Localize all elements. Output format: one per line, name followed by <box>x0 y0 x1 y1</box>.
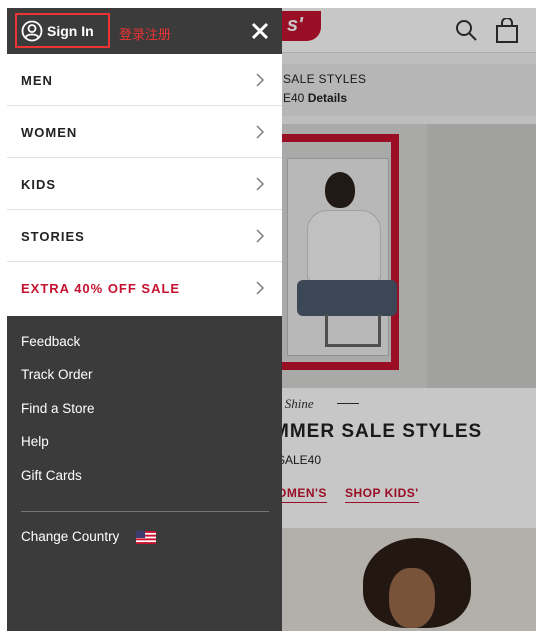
menu-item-label: KIDS <box>21 177 57 192</box>
feedback-link[interactable]: Feedback <box>21 334 80 349</box>
sign-in-label: Sign In <box>47 22 94 39</box>
close-icon[interactable] <box>248 19 272 43</box>
chevron-right-icon <box>256 177 265 191</box>
menu-item-label: EXTRA 40% OFF SALE <box>21 281 181 296</box>
change-country-link[interactable]: Change Country <box>21 529 119 544</box>
menu-item-kids[interactable]: KIDS <box>7 158 282 210</box>
drawer-divider <box>21 511 269 512</box>
menu-item-label: MEN <box>21 73 53 88</box>
chevron-right-icon <box>256 73 265 87</box>
nav-drawer: Sign In 登录注册 MEN WOMEN KIDS STORIES EXTR… <box>7 8 282 631</box>
menu-item-label: STORIES <box>21 229 85 244</box>
category-menu: MEN WOMEN KIDS STORIES EXTRA 40% OFF SAL… <box>7 54 282 316</box>
sign-in-button[interactable]: Sign In <box>15 13 110 48</box>
gift-cards-link[interactable]: Gift Cards <box>21 468 82 483</box>
menu-item-sale[interactable]: EXTRA 40% OFF SALE <box>7 262 282 316</box>
track-order-link[interactable]: Track Order <box>21 367 93 382</box>
menu-item-women[interactable]: WOMEN <box>7 106 282 158</box>
menu-item-label: WOMEN <box>21 125 78 140</box>
drawer-header: Sign In 登录注册 <box>7 8 282 54</box>
user-circle-icon <box>21 20 43 41</box>
help-link[interactable]: Help <box>21 434 49 449</box>
annotation-text: 登录注册 <box>119 28 172 43</box>
app-frame: s' SALE STYLES E40 Details n Shine MMER … <box>7 8 536 631</box>
menu-item-men[interactable]: MEN <box>7 54 282 106</box>
chevron-right-icon <box>256 125 265 139</box>
chevron-right-icon <box>256 281 265 295</box>
chevron-right-icon <box>256 229 265 243</box>
us-flag-icon[interactable] <box>136 531 156 544</box>
menu-item-stories[interactable]: STORIES <box>7 210 282 262</box>
find-a-store-link[interactable]: Find a Store <box>21 401 95 416</box>
